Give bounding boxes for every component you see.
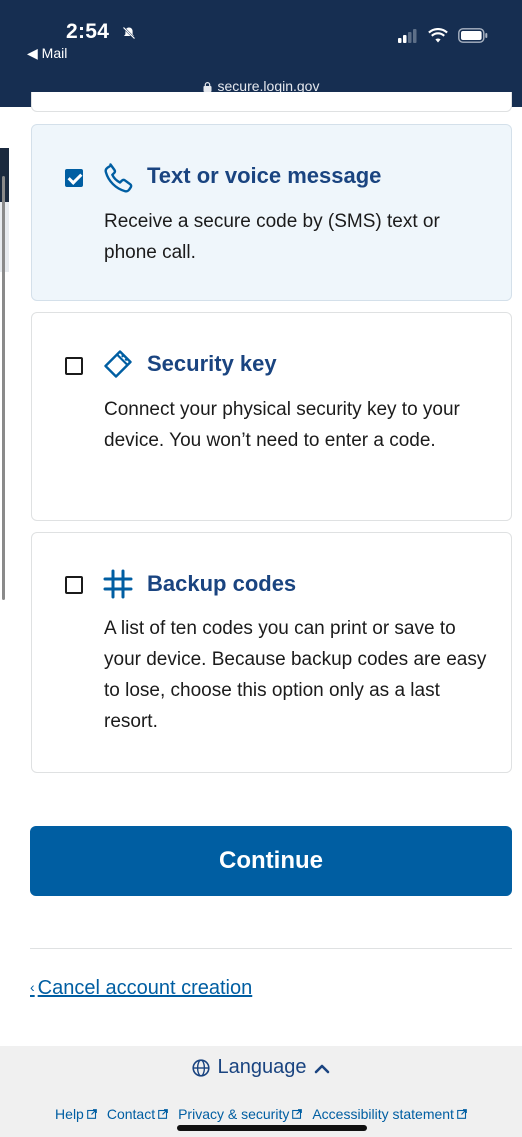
status-time: 2:54 — [66, 20, 110, 43]
option-title-text-voice: Text or voice message — [147, 163, 382, 188]
option-title-security-key: Security key — [147, 351, 277, 376]
external-link-icon — [292, 1109, 303, 1119]
footer-link-help-label: Help — [55, 1106, 84, 1122]
footer-link-accessibility-label: Accessibility statement — [312, 1106, 454, 1122]
option-description-security-key: Connect your physical security key to yo… — [104, 399, 460, 451]
status-indicators — [398, 28, 488, 43]
security-key-icon — [104, 350, 132, 378]
signal-icon — [398, 28, 417, 43]
language-toggle[interactable]: Language — [0, 1056, 522, 1079]
option-card-security-key[interactable]: Security key Connect your physical secur… — [31, 312, 512, 521]
option-title-backup-codes: Backup codes — [147, 571, 297, 596]
divider — [30, 948, 512, 949]
home-indicator[interactable] — [177, 1125, 367, 1131]
wifi-icon — [428, 28, 448, 43]
footer-link-accessibility[interactable]: Accessibility statement — [312, 1106, 467, 1122]
footer-link-help[interactable]: Help — [55, 1106, 97, 1122]
scrollbar-thumb[interactable] — [2, 176, 5, 600]
external-link-icon — [158, 1109, 168, 1119]
chevron-left-icon: ‹ — [30, 979, 35, 995]
battery-icon — [458, 28, 488, 43]
language-label: Language — [217, 1056, 307, 1078]
external-link-icon — [86, 1109, 97, 1119]
cancel-link-label: Cancel account creation — [37, 977, 253, 999]
footer-link-contact[interactable]: Contact — [107, 1106, 168, 1122]
continue-button[interactable]: Continue — [30, 826, 512, 896]
option-checkbox-text-voice[interactable] — [65, 169, 83, 187]
hash-icon — [103, 569, 133, 599]
option-checkbox-backup-codes[interactable] — [65, 576, 83, 594]
bell-muted-icon — [122, 26, 136, 40]
option-description-backup-codes: A list of ten codes you can print or sav… — [104, 618, 487, 732]
globe-icon — [191, 1058, 210, 1077]
option-card-text-voice[interactable]: Text or voice message Receive a secure c… — [31, 124, 512, 301]
phone-icon — [104, 163, 133, 193]
option-checkbox-security-key[interactable] — [65, 357, 83, 375]
option-description-text-voice: Receive a secure code by (SMS) text or p… — [104, 211, 440, 263]
option-card-backup-codes[interactable]: Backup codes A list of ten codes you can… — [31, 532, 512, 773]
previous-option-card[interactable] — [31, 92, 512, 112]
lock-icon — [203, 82, 212, 92]
footer-link-privacy[interactable]: Privacy & security — [178, 1106, 303, 1122]
status-bar: 2:54 ◀ Mail secure.login.gov — [0, 0, 522, 107]
footer-link-contact-label: Contact — [106, 1106, 156, 1122]
chevron-up-icon — [315, 1064, 330, 1073]
back-to-mail-link[interactable]: ◀ Mail — [27, 45, 67, 62]
footer-link-privacy-label: Privacy & security — [178, 1106, 290, 1122]
external-link-icon — [457, 1109, 467, 1119]
footer-links: Help Contact Privacy & security Accessib… — [0, 1106, 522, 1122]
cancel-account-creation-link[interactable]: ‹ Cancel account creation — [30, 977, 252, 1000]
